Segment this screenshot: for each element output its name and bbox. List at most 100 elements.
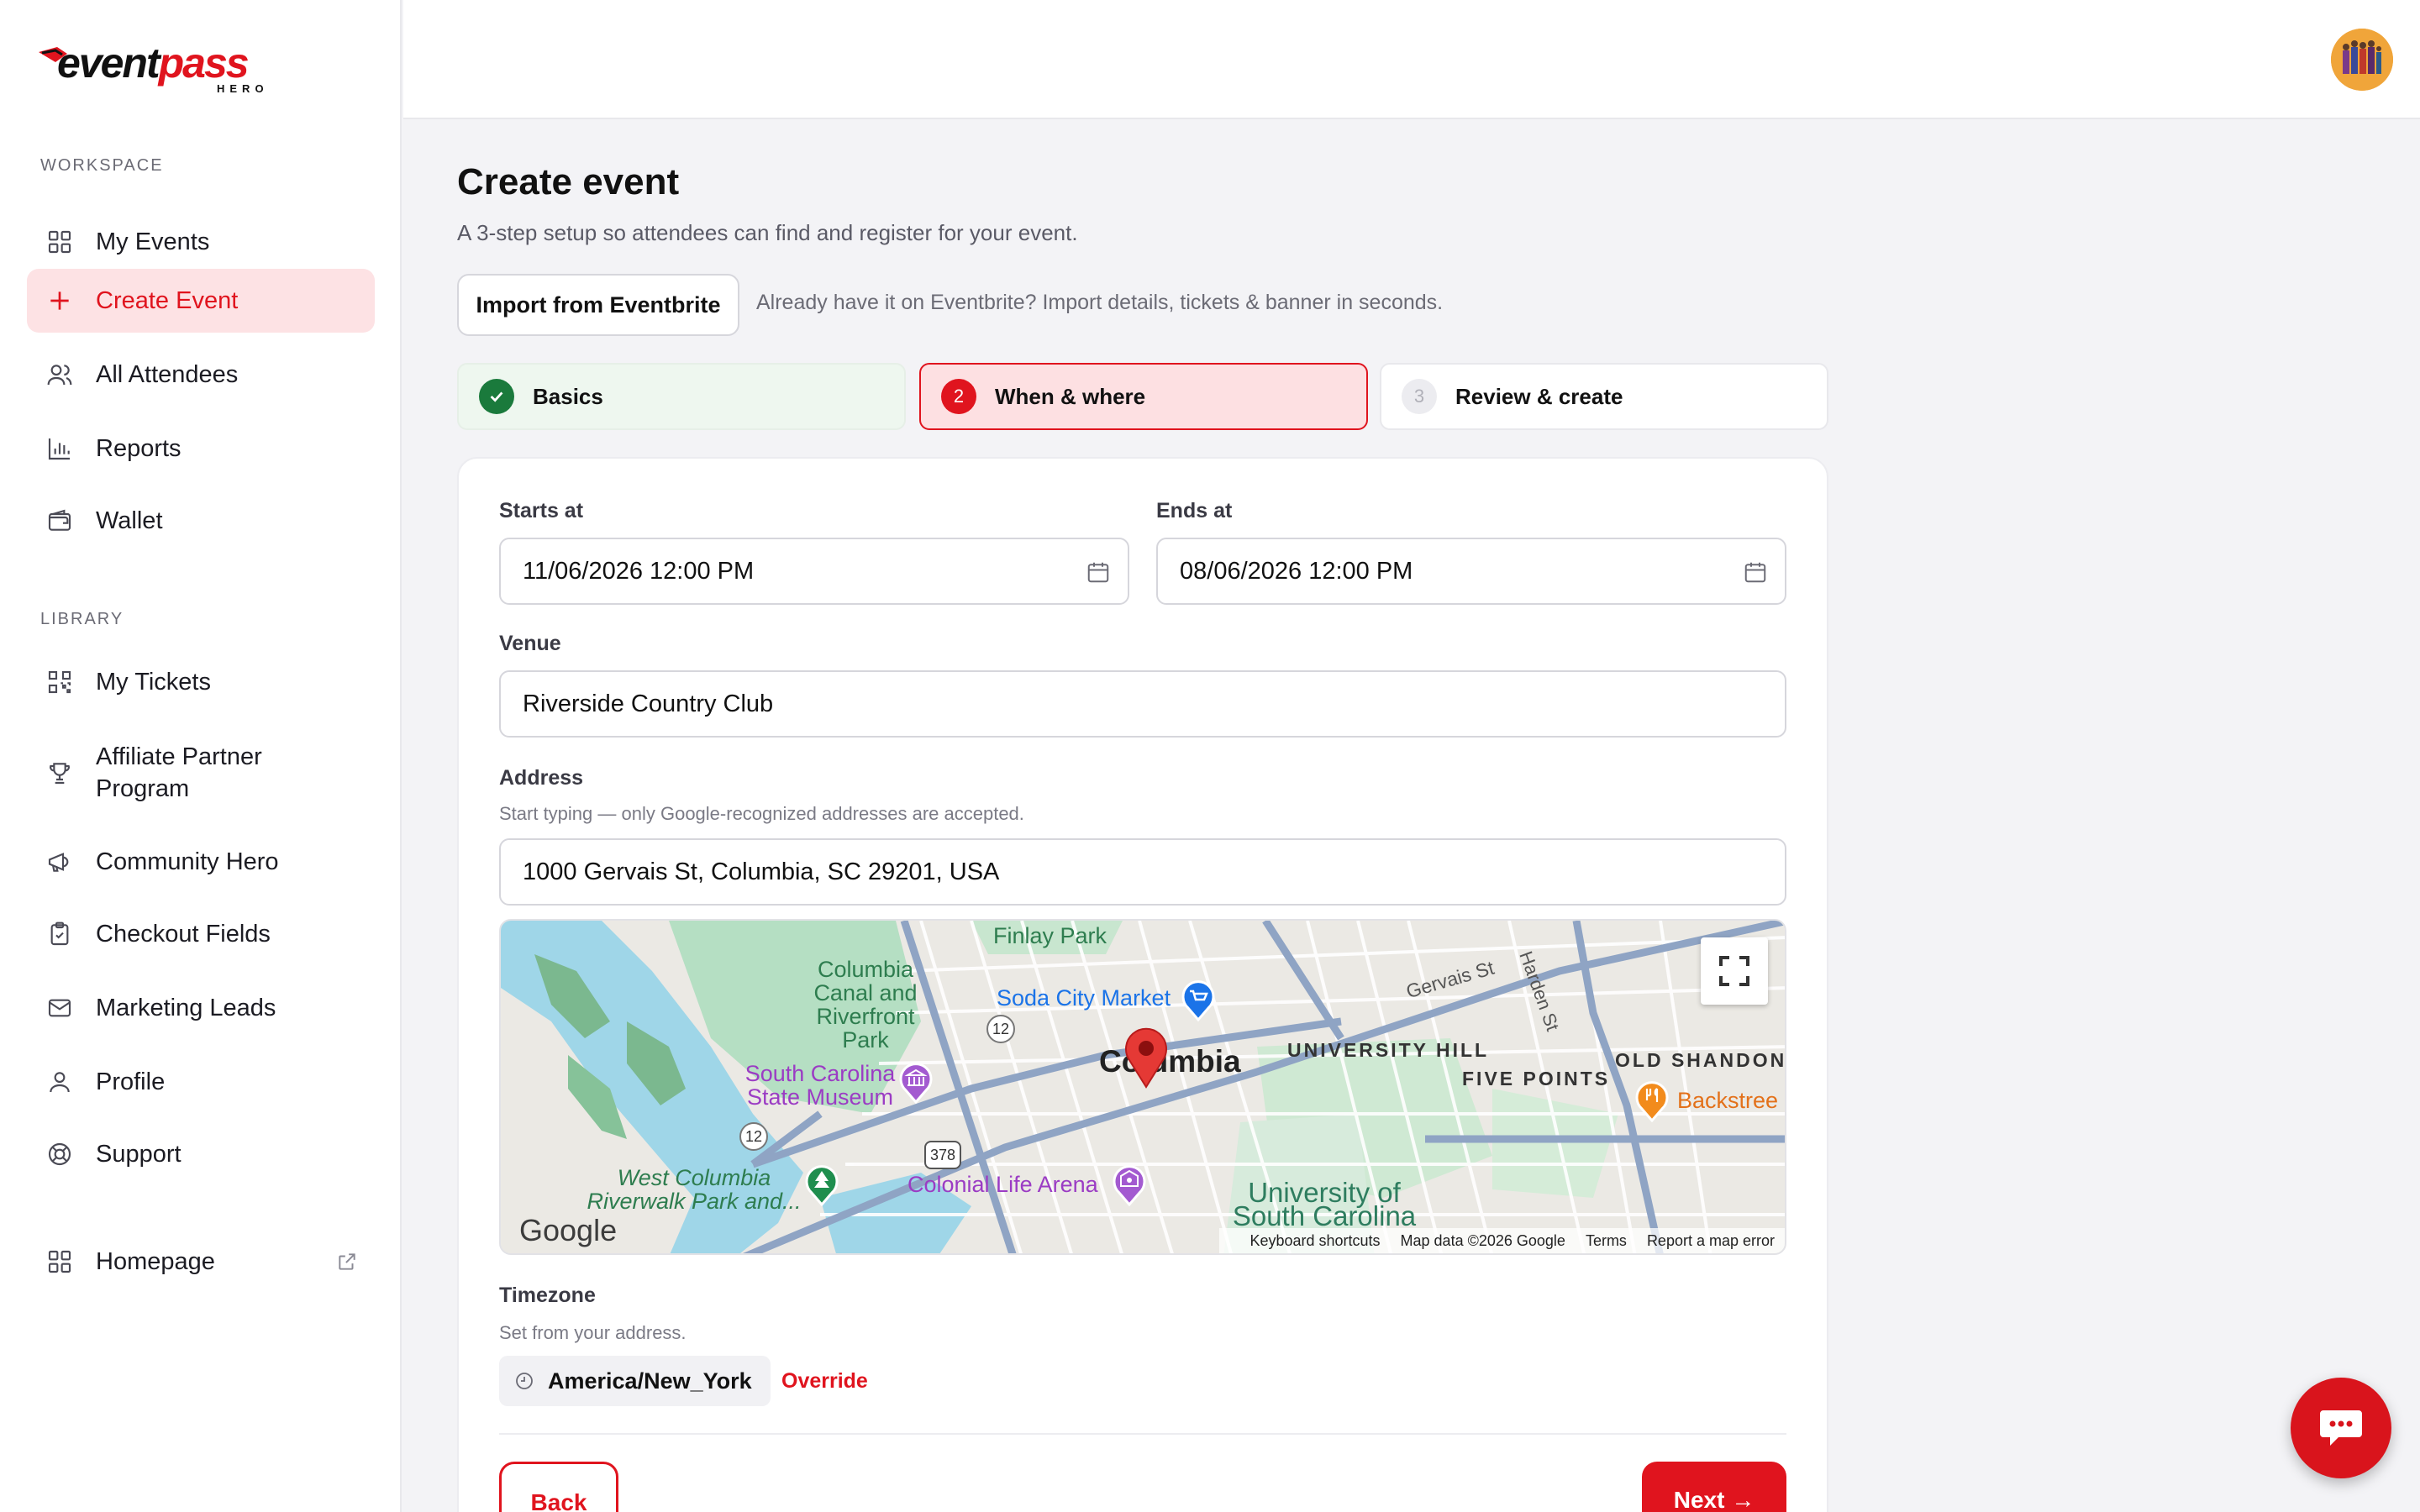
sidebar-item-community-hero[interactable]: Community Hero (27, 832, 375, 892)
user-icon (45, 1068, 74, 1096)
eventpass-hero-logo[interactable]: eventpass HERO (39, 37, 266, 96)
address-label: Address (499, 766, 584, 790)
timezone-label: Timezone (499, 1284, 596, 1307)
sidebar-item-all-attendees[interactable]: All Attendees (27, 344, 375, 405)
map-label-state-museum: South Carolina State Museum (744, 1061, 896, 1110)
fullscreen-icon (1719, 956, 1749, 986)
clock-icon (516, 1373, 533, 1389)
grid-icon (45, 228, 74, 256)
step-when-where[interactable]: 2 When & where (919, 363, 1368, 430)
trophy-icon (45, 759, 74, 787)
sidebar-item-reports[interactable]: Reports (27, 418, 375, 479)
import-hint: Already have it on Eventbrite? Import de… (756, 291, 1444, 314)
venue-field[interactable]: Riverside Country Club (499, 670, 1786, 738)
sidebar-item-label: Community Hero (96, 848, 279, 875)
user-avatar[interactable] (2331, 29, 2393, 91)
external-link-icon (339, 1253, 355, 1270)
qr-code-icon (45, 668, 74, 696)
starts-at-field[interactable]: 11/06/2026 12:00 PM (499, 538, 1129, 605)
grid-icon (45, 1247, 74, 1276)
timezone-override-link[interactable]: Override (781, 1369, 868, 1394)
map-keyboard-shortcuts-link[interactable]: Keyboard shortcuts (1249, 1232, 1380, 1250)
sidebar-item-label: My Tickets (96, 669, 211, 696)
sidebar-item-label: Marketing Leads (96, 995, 276, 1021)
google-logo: Google (519, 1213, 618, 1247)
lifebuoy-icon (45, 1140, 74, 1168)
sidebar-item-my-events[interactable]: My Events (27, 212, 375, 272)
restaurant-icon[interactable] (1634, 1080, 1670, 1122)
map-label-columbia: Columbia (1099, 1044, 1241, 1079)
step-number: 3 (1402, 379, 1437, 414)
map-label-five-points: FIVE POINTS (1462, 1068, 1611, 1089)
next-button[interactable]: Next → (1642, 1462, 1786, 1512)
import-from-eventbrite-button[interactable]: Import from Eventbrite (457, 274, 739, 336)
sidebar-item-label: All Attendees (96, 361, 239, 388)
check-icon (479, 379, 514, 414)
sidebar-item-support[interactable]: Support (27, 1124, 375, 1184)
route-12-shield: 12 (739, 1122, 768, 1151)
shopping-cart-icon[interactable] (1180, 979, 1217, 1021)
venue-map[interactable]: Finlay Park Columbia Canal and Riverfront P… (499, 919, 1786, 1255)
calendar-icon[interactable] (1086, 559, 1111, 585)
map-label-university-of-south-carolina: University of South Carolina (1232, 1177, 1417, 1231)
sidebar-item-create-event[interactable]: Create Event (27, 269, 375, 333)
map-fullscreen-button[interactable] (1701, 937, 1768, 1005)
museum-icon[interactable] (897, 1062, 934, 1104)
map-label-finlay-park: Finlay Park (993, 923, 1107, 948)
sidebar-item-marketing-leads[interactable]: Marketing Leads (27, 978, 375, 1038)
back-button[interactable]: Back (499, 1462, 618, 1512)
address-field[interactable]: 1000 Gervais St, Columbia, SC 29201, USA (499, 838, 1786, 906)
timezone-chip: America/New_York (499, 1356, 771, 1406)
map-label-west-columbia-riverwalk: West Columbia Riverwalk Park and... (587, 1165, 802, 1214)
clipboard-check-icon (45, 920, 74, 948)
sidebar: eventpass HERO WORKSPACE My Events Creat… (0, 0, 402, 1512)
sidebar-item-profile[interactable]: Profile (27, 1052, 375, 1112)
map-label-backstreet: Backstree (1677, 1088, 1779, 1113)
avatar-illustration (2331, 29, 2393, 91)
map-terms-link[interactable]: Terms (1586, 1232, 1627, 1250)
park-tree-icon[interactable] (803, 1164, 840, 1206)
form-divider (499, 1433, 1786, 1435)
map-label-university-hill: UNIVERSITY HILL (1287, 1039, 1490, 1061)
ends-at-value: 08/06/2026 12:00 PM (1180, 557, 1413, 585)
page-subtitle: A 3-step setup so attendees can find and… (457, 220, 1078, 245)
sidebar-item-label: Wallet (96, 507, 163, 534)
starts-at-label: Starts at (499, 499, 584, 522)
map-report-error-link[interactable]: Report a map error (1647, 1232, 1775, 1250)
step-review-create[interactable]: 3 Review & create (1380, 363, 1828, 430)
mail-icon (45, 994, 74, 1022)
library-section-label: LIBRARY (40, 610, 124, 628)
sidebar-item-label: Support (96, 1141, 182, 1168)
chat-bubble-icon (2320, 1410, 2362, 1446)
workspace-section-label: WORKSPACE (40, 156, 164, 175)
chat-launcher-button[interactable] (2291, 1378, 2391, 1478)
sidebar-item-label: Profile (96, 1068, 166, 1095)
map-label-soda-city-market: Soda City Market (997, 985, 1171, 1011)
step-label: When & where (995, 383, 1146, 409)
megaphone-icon (45, 848, 74, 876)
sidebar-item-checkout-fields[interactable]: Checkout Fields (27, 904, 375, 964)
sidebar-item-label: My Events (96, 228, 210, 255)
map-data-attribution: Map data ©2026 Google (1400, 1231, 1565, 1249)
venue-label: Venue (499, 632, 561, 655)
sidebar-item-label: Create Event (96, 287, 239, 314)
step-basics[interactable]: Basics (457, 363, 906, 430)
timezone-help-text: Set from your address. (499, 1322, 687, 1343)
sidebar-item-affiliate-partner-program[interactable]: Affiliate Partner Program (27, 732, 375, 813)
sidebar-item-wallet[interactable]: Wallet (27, 491, 375, 551)
sidebar-item-homepage[interactable]: Homepage (27, 1231, 375, 1292)
address-help-text: Start typing — only Google-recognized ad… (499, 803, 1024, 824)
route-378-shield: 378 (924, 1141, 961, 1169)
wallet-icon (45, 507, 74, 535)
location-pin-icon (1125, 1027, 1167, 1089)
timezone-value: America/New_York (548, 1368, 752, 1394)
calendar-icon[interactable] (1743, 559, 1768, 585)
sidebar-item-my-tickets[interactable]: My Tickets (27, 652, 375, 712)
ends-at-label: Ends at (1156, 499, 1233, 522)
step-number: 2 (941, 379, 976, 414)
page-title: Create event (457, 161, 680, 202)
venue-value: Riverside Country Club (523, 690, 774, 717)
ends-at-field[interactable]: 08/06/2026 12:00 PM (1156, 538, 1786, 605)
arena-icon[interactable] (1111, 1164, 1148, 1206)
address-value: 1000 Gervais St, Columbia, SC 29201, USA (523, 858, 1000, 885)
